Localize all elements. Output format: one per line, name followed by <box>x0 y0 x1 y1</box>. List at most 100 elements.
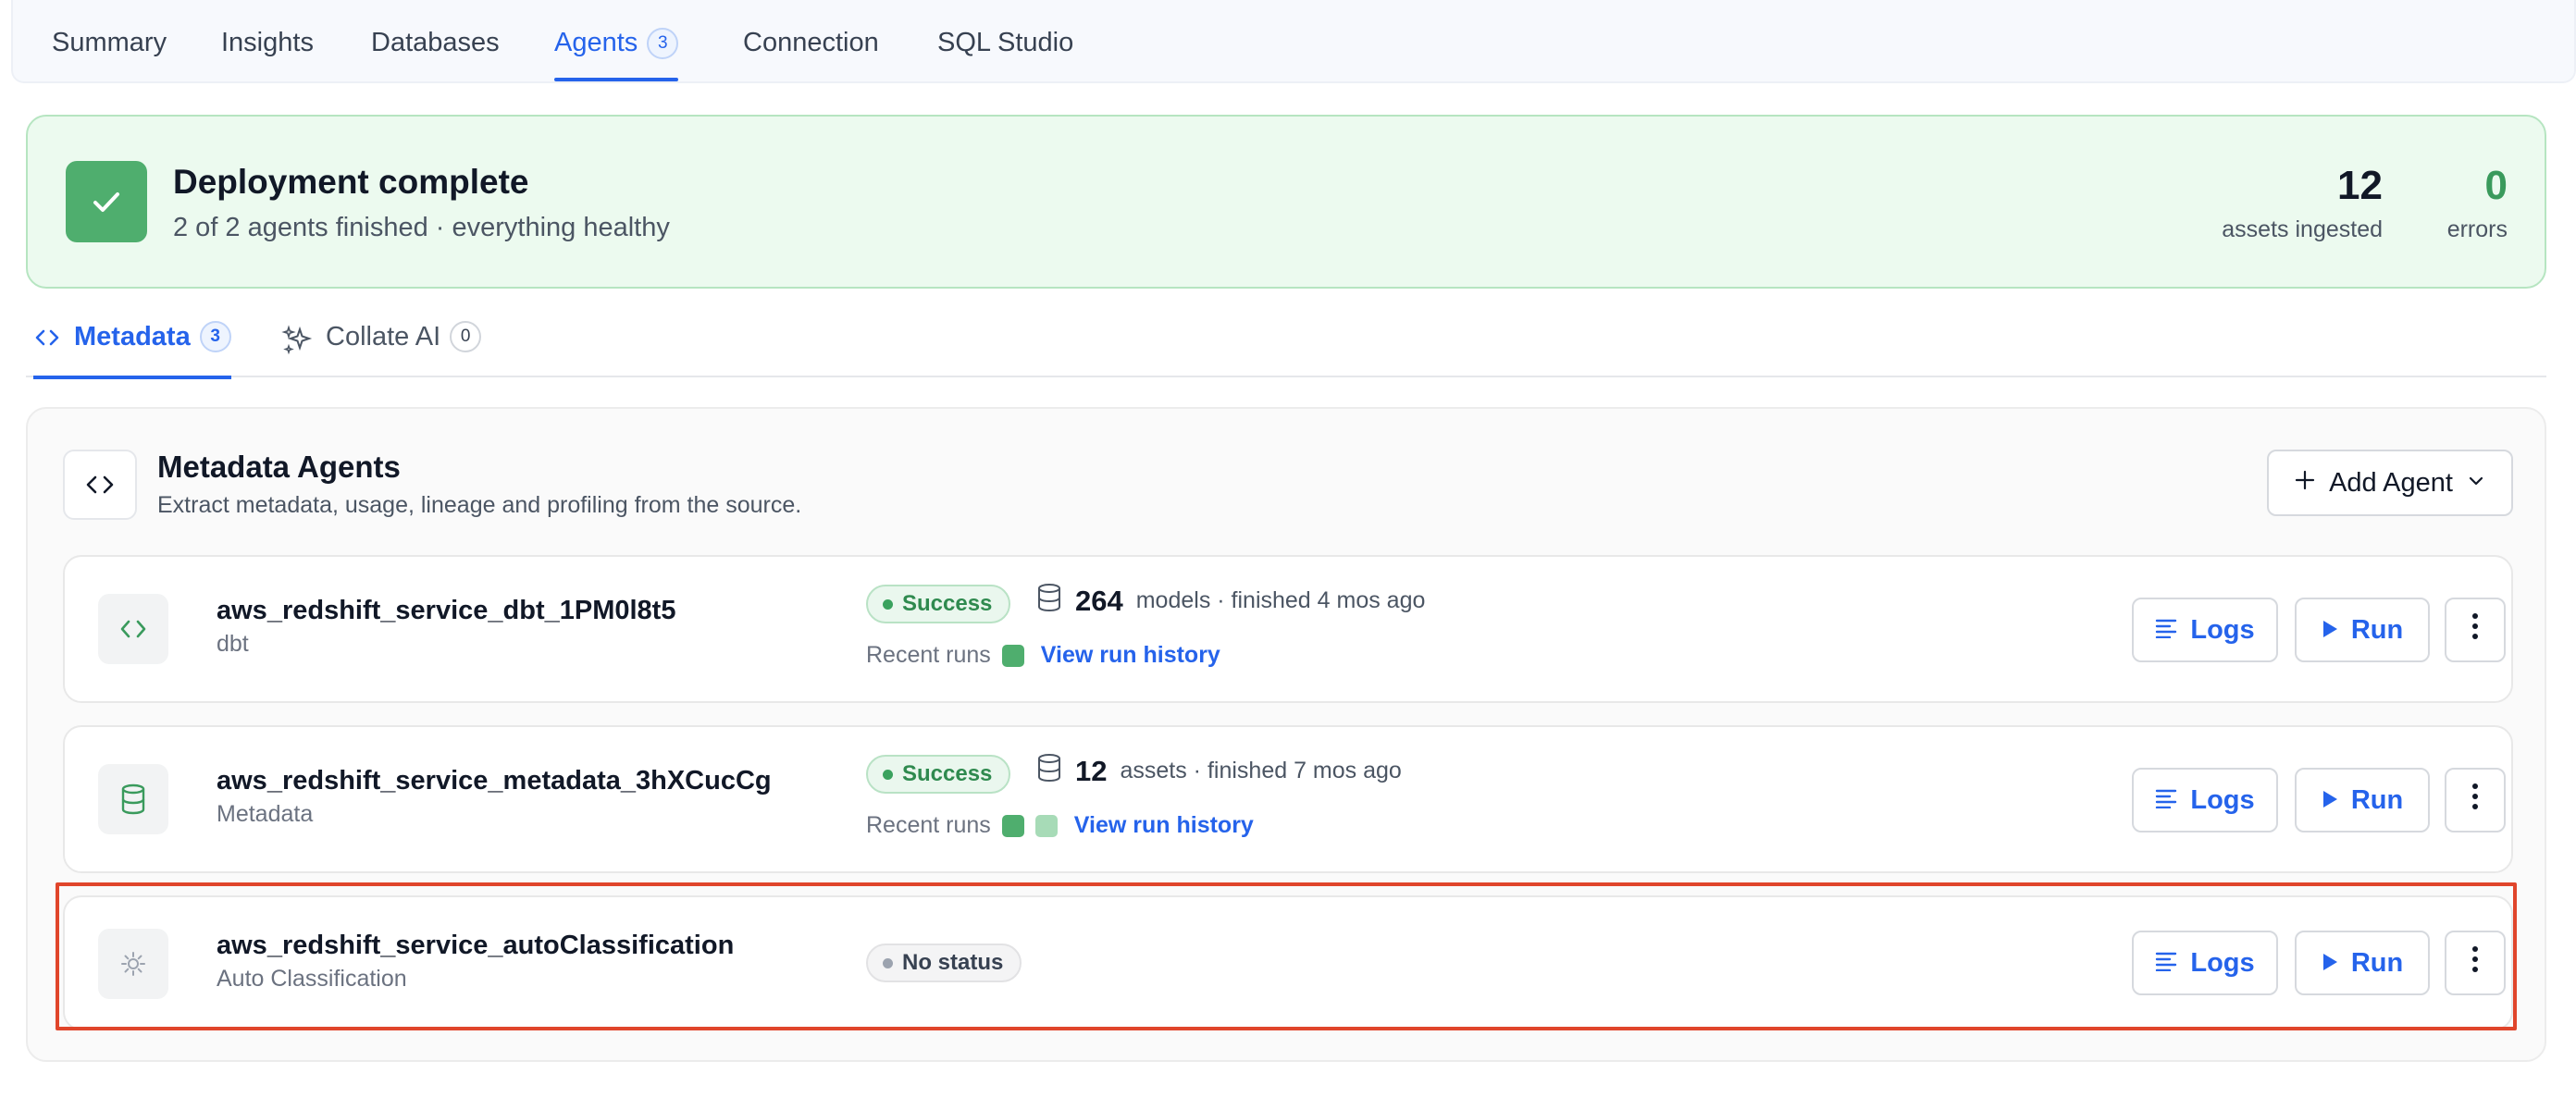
top-nav: Summary Insights Databases Agents 3 Conne… <box>11 0 2576 83</box>
recent-runs: Recent runs View run history <box>866 812 1254 839</box>
tab-sql-studio[interactable]: SQL Studio <box>937 28 1073 81</box>
status-label: No status <box>902 950 1004 975</box>
recent-runs: Recent runs View run history <box>866 642 1220 669</box>
status-badge: No status <box>866 944 1022 982</box>
check-icon <box>66 161 147 242</box>
tab-label: Collate AI <box>326 322 441 352</box>
more-options-button[interactable] <box>2445 598 2506 662</box>
logs-label: Logs <box>2190 784 2255 815</box>
sparkles-icon <box>281 324 313 363</box>
logs-button[interactable]: Logs <box>2132 931 2278 995</box>
banner-title: Deployment complete <box>173 163 529 201</box>
status-dot <box>883 598 893 610</box>
agents-page: Summary Insights Databases Agents 3 Conne… <box>0 0 2576 1110</box>
more-vertical-icon <box>2471 945 2479 980</box>
panel-title: Metadata Agents <box>157 450 401 484</box>
view-run-history-link[interactable]: View run history <box>1041 642 1220 669</box>
run-button[interactable]: Run <box>2295 931 2430 995</box>
metric-text: models · finished 4 mos ago <box>1135 587 1426 613</box>
deployment-banner: Deployment complete 2 of 2 agents finish… <box>26 115 2546 289</box>
panel-subtitle: Extract metadata, usage, lineage and pro… <box>157 492 802 518</box>
more-options-button[interactable] <box>2445 768 2506 832</box>
tab-metadata[interactable]: Metadata 3 <box>33 321 231 379</box>
agent-name[interactable]: aws_redshift_service_dbt_1PM0l8t5 <box>217 596 675 626</box>
metadata-count-badge: 3 <box>199 321 231 352</box>
run-button[interactable]: Run <box>2295 768 2430 832</box>
run-status-square[interactable] <box>1001 814 1024 837</box>
tab-connection[interactable]: Connection <box>743 28 879 81</box>
run-label: Run <box>2350 614 2404 645</box>
metric-value: 264 <box>1075 584 1123 617</box>
list-icon <box>2155 785 2177 816</box>
list-icon <box>2155 615 2177 646</box>
agents-count-badge: 3 <box>647 28 679 59</box>
agent-metric: 264 models · finished 4 mos ago <box>1036 583 1425 619</box>
code-icon <box>33 324 61 359</box>
errors-label: errors <box>2446 216 2508 242</box>
agent-metric: 12 assets · finished 7 mos ago <box>1036 753 1402 789</box>
agent-card: aws_redshift_service_autoClassification … <box>63 895 2513 1030</box>
assets-ingested-label: assets ingested <box>2222 216 2383 242</box>
tab-label: Metadata <box>74 322 191 352</box>
tab-summary[interactable]: Summary <box>52 28 167 81</box>
code-icon <box>63 450 137 520</box>
logs-button[interactable]: Logs <box>2132 768 2278 832</box>
status-label: Success <box>902 591 993 616</box>
logs-button[interactable]: Logs <box>2132 598 2278 662</box>
tab-insights[interactable]: Insights <box>221 28 314 81</box>
logs-label: Logs <box>2190 947 2255 978</box>
agent-type: dbt <box>217 631 249 657</box>
collate-count-badge: 0 <box>450 321 482 352</box>
tab-collate-ai[interactable]: Collate AI 0 <box>281 321 482 377</box>
run-label: Run <box>2350 947 2404 978</box>
tab-label: Databases <box>371 28 500 57</box>
tab-label: Summary <box>52 28 167 57</box>
agent-card: aws_redshift_service_metadata_3hXCucCg M… <box>63 725 2513 873</box>
add-agent-button[interactable]: Add Agent <box>2267 450 2513 516</box>
tab-label: Agents <box>554 28 638 57</box>
assets-ingested-stat: 12 assets ingested <box>2222 161 2383 243</box>
more-options-button[interactable] <box>2445 931 2506 995</box>
agent-name[interactable]: aws_redshift_service_autoClassification <box>217 931 734 961</box>
tab-agents[interactable]: Agents 3 <box>554 28 679 81</box>
agent-name[interactable]: aws_redshift_service_metadata_3hXCucCg <box>217 766 772 796</box>
chevron-down-icon <box>2466 468 2486 499</box>
sun-icon <box>98 929 168 999</box>
tab-label: SQL Studio <box>937 28 1074 57</box>
status-dot <box>883 957 893 968</box>
play-icon <box>2322 615 2338 646</box>
add-agent-label: Add Agent <box>2329 467 2453 498</box>
database-icon <box>1036 583 1062 619</box>
run-status-square[interactable] <box>1034 814 1058 837</box>
tab-databases[interactable]: Databases <box>371 28 500 81</box>
metric-value: 12 <box>1075 754 1108 787</box>
agent-type: Metadata <box>217 801 314 827</box>
agent-category-tabs: Metadata 3 Collate AI 0 <box>26 305 2546 379</box>
run-status-square[interactable] <box>1001 644 1024 667</box>
plus-icon <box>2294 468 2316 499</box>
tab-label: Connection <box>743 28 879 57</box>
logs-label: Logs <box>2190 614 2255 645</box>
status-dot <box>883 769 893 780</box>
status-badge: Success <box>866 585 1011 623</box>
tab-label: Insights <box>221 28 314 57</box>
metric-text: assets · finished 7 mos ago <box>1120 758 1402 783</box>
view-run-history-link[interactable]: View run history <box>1074 812 1254 839</box>
list-icon <box>2155 948 2177 979</box>
code-icon <box>98 594 168 664</box>
status-badge: Success <box>866 755 1011 794</box>
agent-card: aws_redshift_service_dbt_1PM0l8t5 dbt Su… <box>63 555 2513 703</box>
database-icon <box>1036 753 1062 789</box>
errors-value: 0 <box>2484 163 2508 208</box>
recent-runs-label: Recent runs <box>866 642 991 668</box>
status-label: Success <box>902 761 993 786</box>
database-icon <box>98 764 168 834</box>
metadata-agents-panel: Metadata Agents Extract metadata, usage,… <box>26 407 2546 1062</box>
play-icon <box>2322 948 2338 979</box>
play-icon <box>2322 785 2338 816</box>
run-button[interactable]: Run <box>2295 598 2430 662</box>
agent-type: Auto Classification <box>217 966 407 992</box>
assets-ingested-value: 12 <box>2337 163 2383 208</box>
errors-stat: 0 errors <box>2447 161 2508 243</box>
run-label: Run <box>2350 784 2404 815</box>
